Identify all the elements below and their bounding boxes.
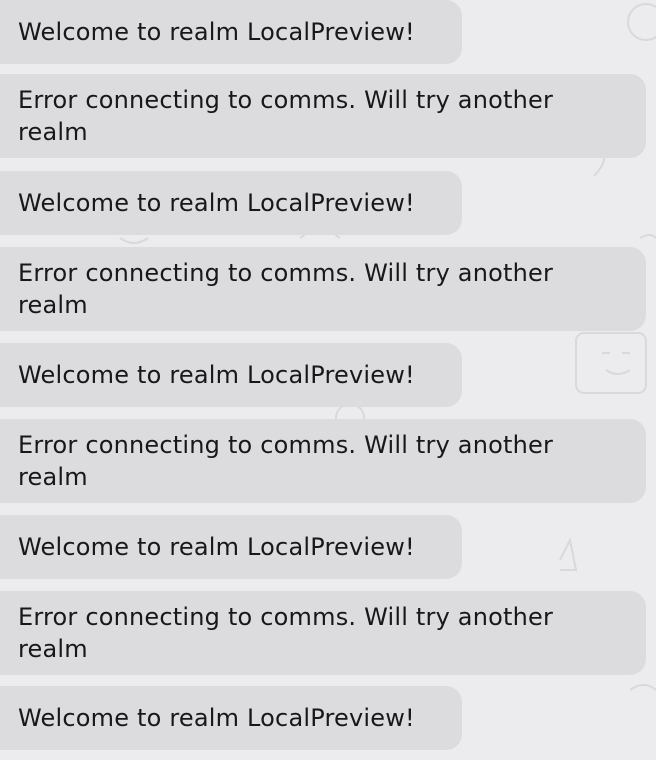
chat-message: Welcome to realm LocalPreview! bbox=[0, 171, 462, 235]
chat-message: Welcome to realm LocalPreview! bbox=[0, 515, 462, 579]
chat-message: Error connecting to comms. Will try anot… bbox=[0, 247, 646, 331]
chat-message-text: Error connecting to comms. Will try anot… bbox=[18, 431, 554, 491]
chat-message-text: Welcome to realm LocalPreview! bbox=[18, 18, 415, 46]
chat-message-text: Welcome to realm LocalPreview! bbox=[18, 704, 415, 732]
chat-message-text: Welcome to realm LocalPreview! bbox=[18, 533, 415, 561]
chat-message: Welcome to realm LocalPreview! bbox=[0, 0, 462, 64]
chat-message-text: Error connecting to comms. Will try anot… bbox=[18, 259, 554, 319]
chat-message: Error connecting to comms. Will try anot… bbox=[0, 74, 646, 158]
chat-message: Welcome to realm LocalPreview! bbox=[0, 343, 462, 407]
chat-message: Welcome to realm LocalPreview! bbox=[0, 686, 462, 750]
chat-message-text: Error connecting to comms. Will try anot… bbox=[18, 86, 554, 146]
chat-message: Error connecting to comms. Will try anot… bbox=[0, 419, 646, 503]
chat-message-text: Error connecting to comms. Will try anot… bbox=[18, 603, 554, 663]
chat-message: Error connecting to comms. Will try anot… bbox=[0, 591, 646, 675]
chat-message-text: Welcome to realm LocalPreview! bbox=[18, 361, 415, 389]
chat-log[interactable]: Welcome to realm LocalPreview! Error con… bbox=[0, 0, 656, 760]
chat-message-text: Welcome to realm LocalPreview! bbox=[18, 189, 415, 217]
